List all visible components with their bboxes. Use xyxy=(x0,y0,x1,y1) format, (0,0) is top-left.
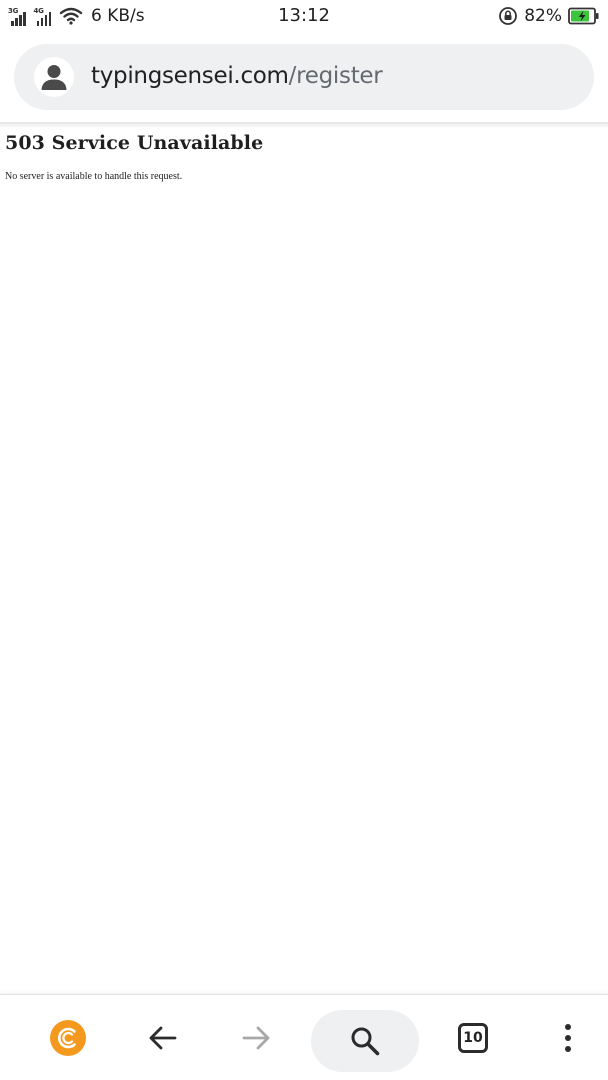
more-vert-icon xyxy=(565,1024,571,1052)
battery-charging-icon xyxy=(568,7,599,25)
address-bar[interactable]: typingsensei.com/register xyxy=(14,44,594,110)
url-domain: typingsensei.com xyxy=(91,63,289,89)
arrow-right-icon xyxy=(242,1026,270,1050)
home-button[interactable] xyxy=(40,995,96,1080)
forward-button[interactable] xyxy=(231,995,283,1080)
status-right: 82% xyxy=(498,4,600,28)
user-avatar-icon[interactable] xyxy=(34,57,74,97)
tabs-button[interactable]: 10 xyxy=(448,995,498,1080)
page-content: 503 Service Unavailable No server is ava… xyxy=(0,128,608,994)
url-path: /register xyxy=(288,63,383,89)
page-title: 503 Service Unavailable xyxy=(5,132,264,154)
bottom-toolbar: 10 xyxy=(0,994,608,1080)
url-text[interactable]: typingsensei.com/register xyxy=(91,63,383,89)
status-bar: 3G 4G 6 KB/s 13:12 82% xyxy=(0,0,608,32)
tabs-icon: 10 xyxy=(458,1023,488,1053)
browser-logo-icon xyxy=(50,1020,86,1056)
arrow-left-icon xyxy=(149,1026,177,1050)
menu-button[interactable] xyxy=(548,995,588,1080)
error-message: No server is available to handle this re… xyxy=(5,171,183,182)
back-button[interactable] xyxy=(136,995,188,1080)
search-button[interactable] xyxy=(311,1010,419,1072)
rotation-lock-icon xyxy=(499,7,518,25)
battery-percent: 82% xyxy=(524,6,562,26)
search-icon xyxy=(351,1027,380,1056)
